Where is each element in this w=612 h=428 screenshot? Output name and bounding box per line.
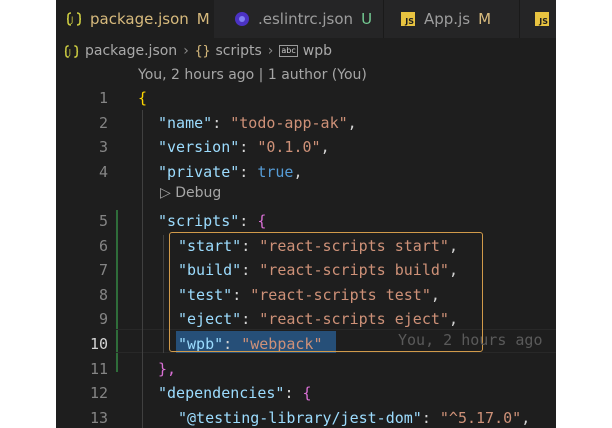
code-line: 12 "dependencies": { bbox=[56, 381, 556, 406]
code-line: 1 { bbox=[56, 86, 556, 111]
code-text: "@testing-library/jest-dom": "^5.17.0", bbox=[178, 408, 531, 427]
code-text: "scripts": { bbox=[158, 212, 267, 230]
inline-blame: You, 2 hours ago bbox=[398, 331, 543, 349]
js-icon: JS bbox=[534, 11, 550, 27]
object-icon: {} bbox=[194, 43, 211, 59]
modified-badge: M bbox=[196, 10, 210, 28]
untracked-badge: U bbox=[361, 10, 373, 28]
json-icon: J bbox=[64, 44, 79, 59]
line-number: 11 bbox=[89, 359, 108, 378]
line-number: 5 bbox=[98, 212, 108, 230]
line-number: 10 bbox=[89, 335, 108, 353]
tab-app-js[interactable]: JS App.js M bbox=[384, 0, 520, 38]
line-number: 6 bbox=[98, 236, 108, 255]
line-number: 9 bbox=[98, 310, 108, 329]
chevron-right-icon: › bbox=[183, 43, 189, 59]
breadcrumb-item[interactable]: wpb bbox=[303, 43, 332, 59]
tab-partial[interactable]: JS bbox=[520, 0, 556, 38]
breadcrumb-file[interactable]: package.json bbox=[85, 43, 177, 59]
code-line: 11 }, bbox=[56, 357, 556, 382]
code-text: "name": "todo-app-ak", bbox=[158, 113, 357, 132]
code-line: 2 "name": "todo-app-ak", bbox=[56, 111, 556, 136]
line-number: 3 bbox=[98, 138, 108, 157]
code-line: 4 "private": true, bbox=[56, 160, 556, 185]
eslint-icon bbox=[234, 11, 250, 27]
modified-badge: M bbox=[478, 10, 492, 28]
string-icon: abc bbox=[279, 45, 298, 57]
js-icon: JS bbox=[400, 11, 416, 27]
breadcrumb-section[interactable]: scripts bbox=[215, 43, 261, 59]
line-number: 7 bbox=[98, 261, 108, 280]
line-number: 1 bbox=[98, 89, 108, 107]
tab-label: .eslintrc.json bbox=[258, 10, 354, 28]
code-text: { bbox=[138, 89, 148, 107]
code-text: "version": "0.1.0", bbox=[158, 138, 330, 157]
code-line: 13 "@testing-library/jest-dom": "^5.17.0… bbox=[56, 406, 556, 428]
tab-package-json[interactable]: J package.json M ✕ bbox=[56, 0, 214, 38]
code-text: "dependencies": { bbox=[158, 384, 312, 403]
code-text: "private": true, bbox=[158, 162, 303, 181]
line-number: 13 bbox=[89, 408, 108, 427]
json-icon: J bbox=[66, 11, 82, 27]
svg-text:J: J bbox=[68, 47, 71, 56]
tab-label: App.js bbox=[424, 10, 471, 28]
tab-eslintrc-json[interactable]: .eslintrc.json U bbox=[214, 0, 384, 38]
code-line: 5 "scripts": { bbox=[56, 209, 556, 234]
chevron-right-icon: › bbox=[267, 43, 274, 59]
svg-text:J: J bbox=[70, 16, 73, 25]
blame-header[interactable]: You, 2 hours ago | 1 author (You) bbox=[138, 64, 367, 86]
line-number: 4 bbox=[98, 162, 108, 181]
editor-window: J package.json M ✕ .eslintrc.json U JS A… bbox=[56, 0, 556, 428]
tab-bar: J package.json M ✕ .eslintrc.json U JS A… bbox=[56, 0, 556, 38]
line-number: 12 bbox=[89, 384, 108, 403]
line-number: 2 bbox=[98, 113, 108, 132]
code-line: 3 "version": "0.1.0", bbox=[56, 135, 556, 160]
line-number: 8 bbox=[98, 285, 108, 304]
tab-label: package.json bbox=[90, 10, 189, 28]
code-text: }, bbox=[158, 359, 177, 378]
debug-codelens[interactable]: ▷ Debug bbox=[160, 183, 221, 203]
breadcrumb: J package.json › {} scripts › abc wpb bbox=[56, 38, 556, 64]
